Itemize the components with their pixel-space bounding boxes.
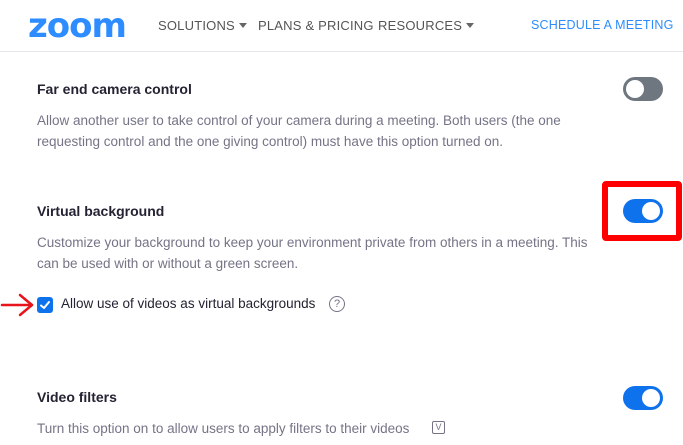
far-end-camera-title: Far end camera control [37, 81, 192, 97]
toggle-knob [642, 389, 660, 407]
top-nav-bar: zoom SOLUTIONS PLANS & PRICING RESOURCES… [0, 0, 683, 52]
red-arrow-annotation [0, 293, 34, 317]
chevron-down-icon [466, 23, 475, 28]
chevron-down-icon [238, 23, 247, 28]
nav-solutions[interactable]: SOLUTIONS [158, 18, 247, 33]
checkmark-icon [40, 301, 50, 309]
video-filters-description: Turn this option on to allow users to ap… [37, 421, 410, 436]
virtual-background-toggle[interactable] [623, 199, 663, 223]
allow-video-backgrounds-label[interactable]: Allow use of videos as virtual backgroun… [61, 296, 315, 311]
toggle-knob [642, 202, 660, 220]
far-end-camera-description: Allow another user to take control of yo… [37, 113, 561, 149]
video-filters-title: Video filters [37, 389, 117, 405]
virtual-background-title: Virtual background [37, 203, 165, 219]
toggle-knob [626, 80, 644, 98]
virtual-background-description: Customize your background to keep your e… [37, 235, 588, 271]
nav-resources[interactable]: RESOURCES [378, 18, 475, 33]
nav-plans-pricing[interactable]: PLANS & PRICING [258, 18, 374, 33]
zoom-logo[interactable]: zoom [28, 6, 127, 46]
nav-resources-label: RESOURCES [378, 18, 463, 33]
feature-badge-icon: V [432, 421, 445, 434]
help-question-icon[interactable]: ? [329, 296, 345, 312]
far-end-camera-toggle[interactable] [623, 77, 663, 101]
schedule-meeting-link[interactable]: SCHEDULE A MEETING [531, 18, 674, 32]
video-filters-toggle[interactable] [623, 386, 663, 410]
allow-video-backgrounds-checkbox[interactable] [37, 297, 53, 313]
nav-solutions-label: SOLUTIONS [158, 18, 235, 33]
